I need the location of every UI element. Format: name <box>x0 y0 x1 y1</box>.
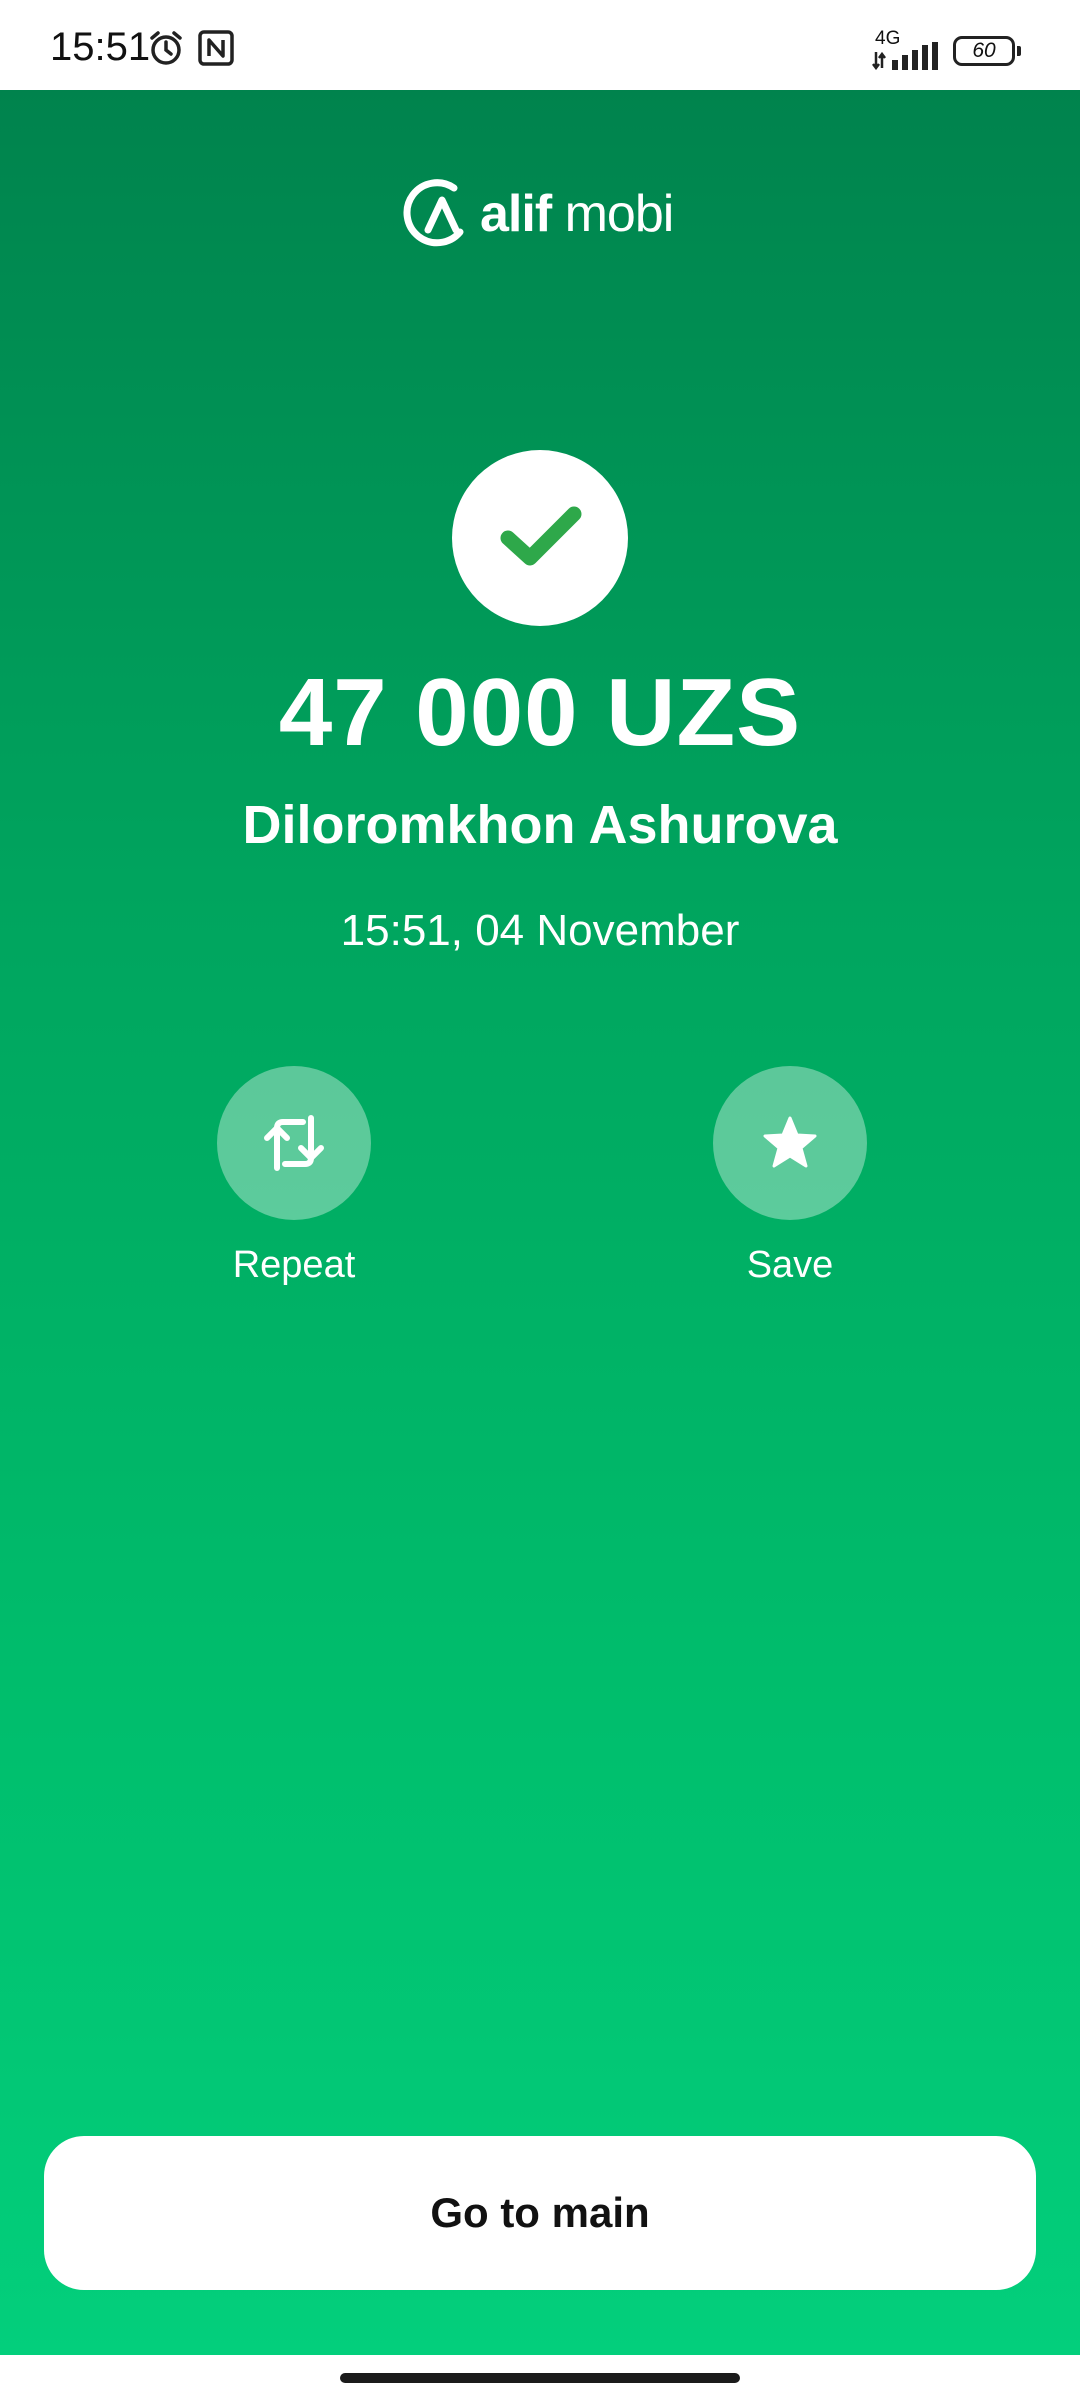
logo-word-alif: alif <box>480 185 552 243</box>
battery-level: 60 <box>972 39 996 62</box>
signal-strength-icon <box>872 42 942 71</box>
checkmark-icon <box>500 506 582 566</box>
save-button[interactable]: Save <box>670 1066 910 1287</box>
nfc-icon <box>196 28 236 68</box>
payment-amount: 47 000 UZS <box>278 659 802 766</box>
repeat-button-circle[interactable] <box>217 1066 371 1220</box>
save-button-circle[interactable] <box>713 1066 867 1220</box>
payment-datetime: 15:51, 04 November <box>340 906 740 955</box>
battery-icon: 60 <box>953 36 1021 66</box>
home-indicator[interactable] <box>340 2373 740 2383</box>
go-to-main-button[interactable]: Go to main <box>44 2136 1036 2290</box>
status-bar: 15:51 4G 60 <box>0 0 1080 90</box>
status-time: 15:51 <box>50 25 151 69</box>
payment-success-screen: alif mobi 47 000 UZS Diloromkhon Ashurov… <box>0 90 1080 2355</box>
alarm-clock-icon <box>146 28 186 68</box>
repeat-label: Repeat <box>232 1244 356 1286</box>
logo-word-mobi: mobi <box>551 185 675 243</box>
repeat-button[interactable]: Repeat <box>174 1066 414 1287</box>
recipient-name: Diloromkhon Ashurova <box>242 795 838 855</box>
success-badge <box>452 450 628 626</box>
gesture-bar-area <box>0 2355 1080 2400</box>
save-label: Save <box>746 1244 834 1286</box>
logo-wordmark: alif mobi <box>480 184 675 244</box>
alif-logo-icon <box>403 179 464 247</box>
alif-mobi-logo: alif mobi <box>402 174 675 254</box>
repeat-icon <box>264 1115 324 1171</box>
star-icon <box>763 1116 817 1168</box>
